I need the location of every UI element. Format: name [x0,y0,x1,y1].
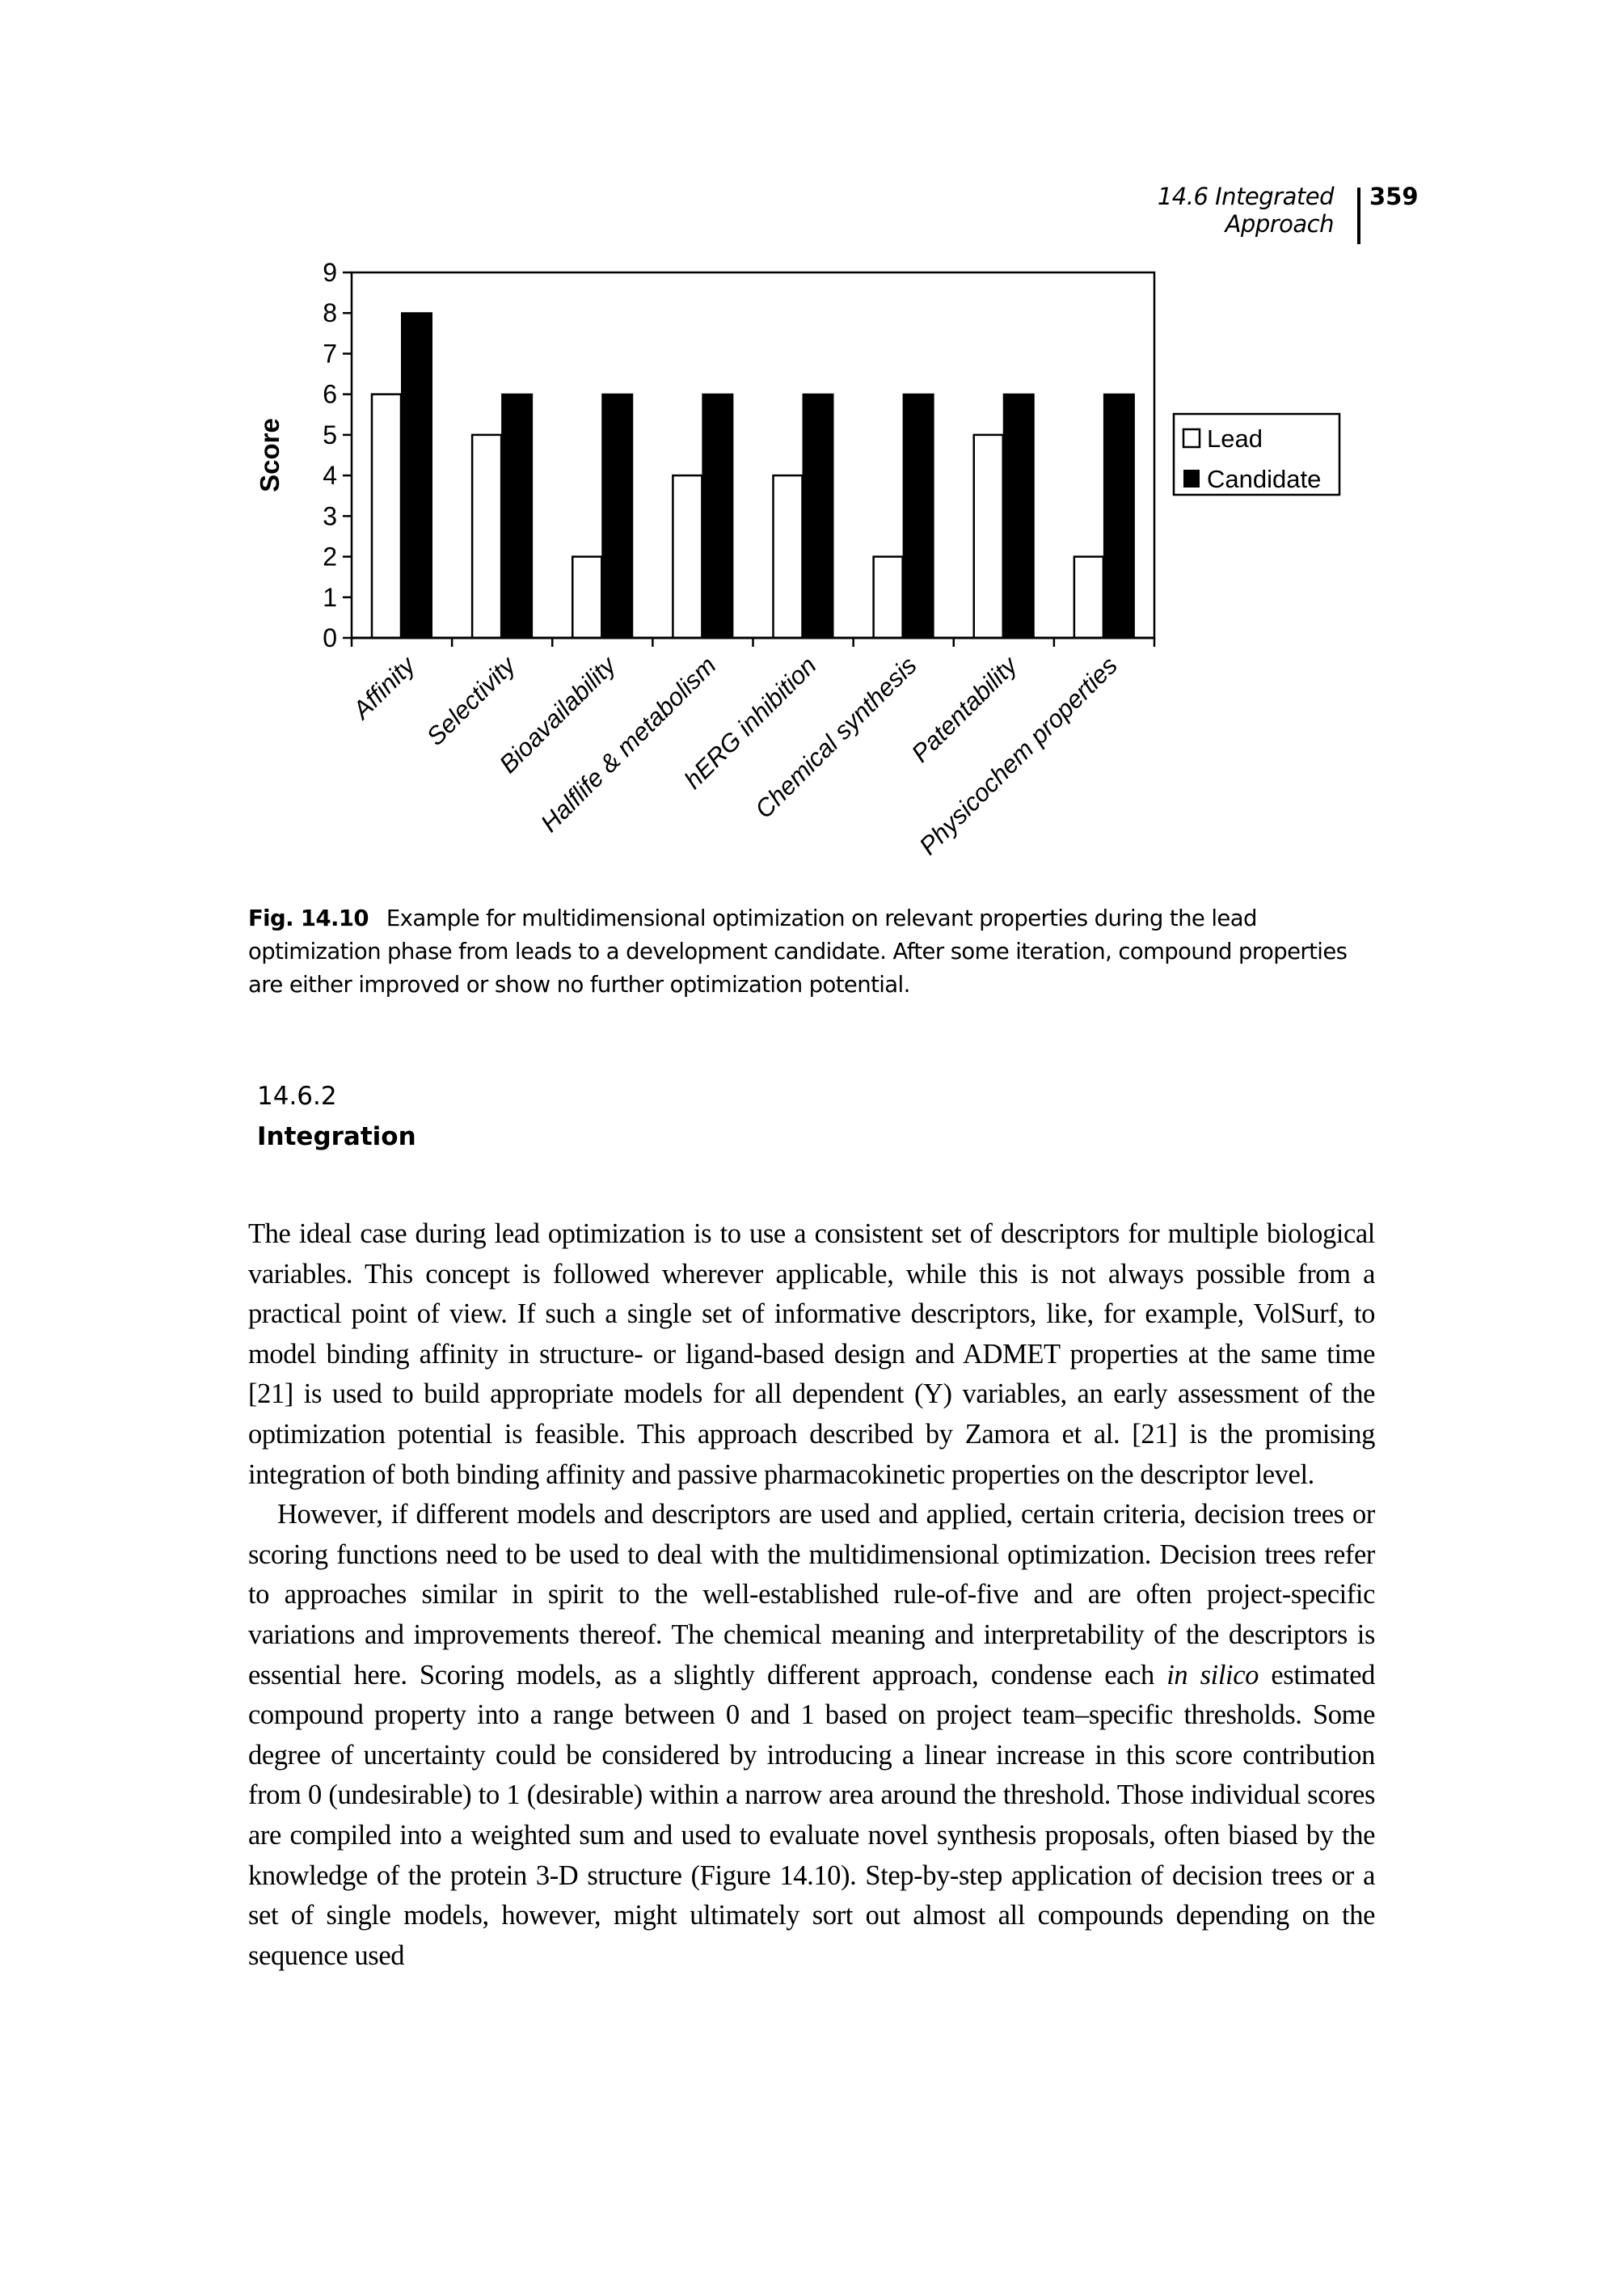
legend-swatch-lead [1182,428,1201,449]
x-category-label: Selectivity [421,650,522,751]
x-axis-labels: Affinity SelectivityBioavailabilityHalfli… [346,650,1123,860]
bar-candidate [802,393,834,638]
figure-label: Fig. 14.10 [248,905,369,931]
paragraph: However, if different models and descrip… [248,1495,1375,1976]
bar-candidate [1002,393,1035,638]
section-title: Integration [257,1122,416,1151]
bar-lead [470,433,503,639]
bar-lead [572,555,603,639]
y-tick-label: 4 [323,461,337,490]
bar-lead [1073,555,1105,639]
y-tick-label: 0 [323,623,337,652]
x-category-label: Halflife & metabolism [535,651,722,838]
paragraph: The ideal case during lead optimization … [248,1218,1375,1490]
legend-label-lead: Lead [1207,424,1263,453]
legend-label-candidate: Candidate [1207,465,1321,493]
body-text: The ideal case during lead optimization … [248,1214,1375,1976]
bar-lead [772,474,804,639]
y-tick-label: 7 [323,339,337,368]
bar-candidate [902,393,934,638]
legend-swatch-candidate [1183,470,1200,488]
y-tick-label: 8 [323,298,337,327]
x-axis-ticks [350,638,1156,647]
legend: Lead Candidate [1172,412,1341,496]
paragraph-text: estimated compound property into a range… [248,1659,1375,1971]
bar-lead [672,474,703,639]
y-tick-label: 5 [323,420,337,450]
x-category-label: Physicochem properties [913,651,1123,860]
bar-candidate [601,393,634,638]
y-tick-label: 6 [323,380,337,409]
bar-candidate [401,312,432,638]
bar-candidate [501,393,534,638]
bar-lead [872,555,904,639]
italic-term: in silico [1166,1659,1259,1691]
y-tick-label: 1 [323,583,337,612]
y-tick-label: 2 [323,542,337,572]
bar-candidate [1103,393,1135,638]
section-number: 14.6.2 [257,1082,337,1111]
y-axis-title: Score [255,418,285,492]
bar-lead [972,433,1004,639]
figure-caption: Fig. 14.10 Example for multidimensional o… [248,902,1380,1002]
bar-candidate [702,393,734,638]
y-tick-label: 9 [323,258,337,287]
bar-lead [370,393,403,639]
y-tick-label: 3 [323,501,337,530]
y-axis-ticks: 0 1 2 3 4 5 6 7 8 9 [323,258,352,652]
caption-text: Example for multidimensional optimizatio… [248,905,1348,998]
x-category-label: Affinity [346,650,422,726]
bar-chart: 0 1 2 3 4 5 6 7 8 9 Affinity SelectivityBioavailab… [255,258,1341,860]
